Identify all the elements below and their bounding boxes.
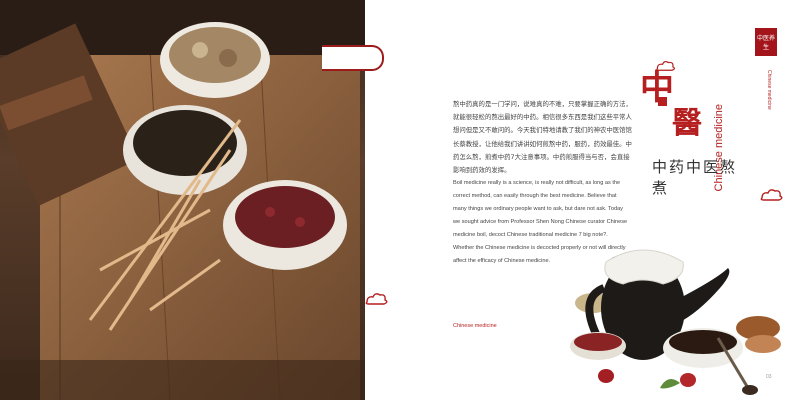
footer-tag: Chinese medicine	[453, 323, 497, 329]
side-running-head: Chinese medicine	[766, 70, 772, 110]
small-seal-icon	[658, 97, 667, 106]
magazine-spread: 中医养生 Chinese medicine 中 醫 Chinese medici…	[0, 0, 791, 400]
title-block: 中 醫 Chinese medicine 中药中医熬煮	[640, 60, 750, 200]
seal-badge: 中医养生	[755, 28, 777, 56]
title-character-yi: 醫	[672, 106, 702, 141]
cloud-ornament-icon	[760, 189, 783, 201]
herbs-photo	[0, 0, 365, 400]
body-text-chinese: 熬中药真的是一门学问，说难真的不难，只要掌握正确的方法，就能很轻松的熬出最好的中…	[453, 100, 632, 175]
page-tab-curl	[322, 45, 384, 71]
title-character-zhong: 中	[640, 68, 674, 108]
teapot-still-life	[570, 249, 781, 395]
title-chinese: 中药中医熬煮	[652, 158, 738, 197]
cloud-ornament-icon	[365, 293, 388, 305]
